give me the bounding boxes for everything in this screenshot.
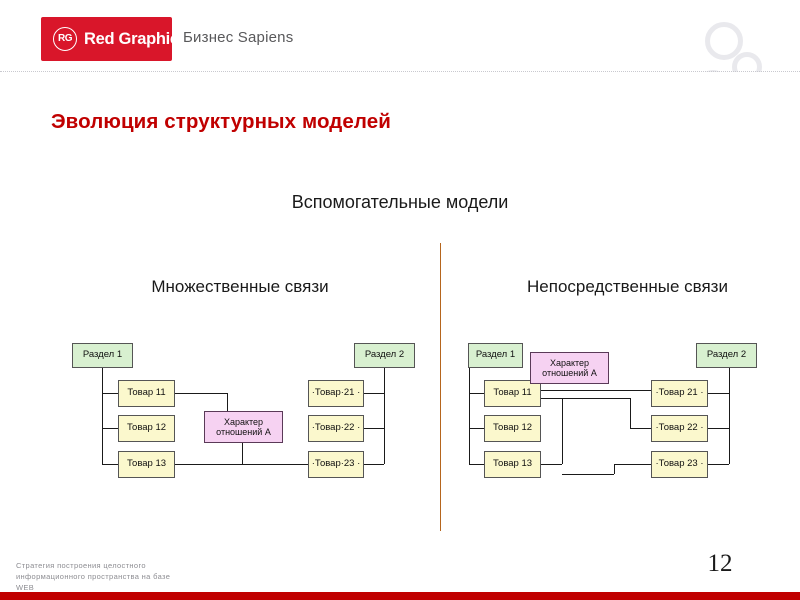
- connector-line: [630, 398, 631, 428]
- node-section-1[interactable]: Раздел 1: [468, 343, 523, 368]
- slide: RG Red Graphic Бизнес Sapiens Эволюция с…: [0, 0, 800, 600]
- connector-line: [363, 464, 384, 465]
- node-item-right-2[interactable]: ·Товар·22 ·: [308, 415, 364, 442]
- node-section-2[interactable]: Раздел 2: [696, 343, 757, 368]
- bottom-accent-bar: [0, 592, 800, 600]
- node-item-left-3[interactable]: Товар 13: [484, 451, 541, 478]
- connector-line: [540, 398, 630, 399]
- connector-line: [630, 428, 652, 429]
- connector-line: [102, 464, 119, 465]
- connector-line: [614, 464, 652, 465]
- connector-line: [384, 368, 385, 464]
- node-section-2[interactable]: Раздел 2: [354, 343, 415, 368]
- page-number: 12: [707, 550, 733, 577]
- connector-line: [708, 428, 729, 429]
- footer-text: Стратегия построения целостного информац…: [16, 561, 170, 594]
- node-item-left-2[interactable]: Товар 12: [118, 415, 175, 442]
- node-relation[interactable]: Характер отношений А: [204, 411, 283, 443]
- connector-line: [102, 428, 119, 429]
- node-item-left-2[interactable]: Товар 12: [484, 415, 541, 442]
- connector-line: [242, 443, 243, 465]
- connector-line: [242, 464, 310, 465]
- node-item-right-3[interactable]: ·Товар·23 ·: [308, 451, 364, 478]
- connector-line: [469, 428, 485, 429]
- connector-line: [708, 464, 729, 465]
- node-item-left-1[interactable]: Товар 11: [118, 380, 175, 407]
- connector-line: [540, 464, 562, 465]
- footer-line-2: информационного пространства на базе: [16, 571, 171, 581]
- node-relation[interactable]: Характер отношений А: [530, 352, 609, 384]
- connector-line: [562, 398, 563, 464]
- node-item-right-2[interactable]: ·Товар 22 ·: [651, 415, 708, 442]
- node-item-left-3[interactable]: Товар 13: [118, 451, 175, 478]
- connector-line: [227, 393, 228, 413]
- connector-line: [708, 393, 729, 394]
- connector-line: [363, 428, 384, 429]
- node-section-1[interactable]: Раздел 1: [72, 343, 133, 368]
- connector-line: [729, 368, 730, 464]
- connector-line: [102, 393, 119, 394]
- footer-line-1: Стратегия построения целостного: [16, 561, 146, 570]
- connector-line: [540, 390, 652, 391]
- connector-line: [102, 368, 103, 464]
- connector-line: [562, 474, 614, 475]
- node-item-left-1[interactable]: Товар 11: [484, 380, 541, 407]
- node-item-right-1[interactable]: ·Товар 21 ·: [651, 380, 708, 407]
- node-item-right-3[interactable]: ·Товар 23 ·: [651, 451, 708, 478]
- node-item-right-1[interactable]: ·Товар·21 ·: [308, 380, 364, 407]
- connector-line: [174, 393, 227, 394]
- connector-line: [363, 393, 384, 394]
- connector-line: [469, 368, 470, 464]
- diagram-direct-relations: Раздел 1 Раздел 2 Товар 11 Товар 12 Това…: [440, 0, 800, 600]
- connector-line: [614, 464, 615, 474]
- connector-line: [469, 393, 485, 394]
- connector-line: [469, 464, 485, 465]
- connector-line: [174, 464, 242, 465]
- diagram-multiple-relations: Раздел 1 Раздел 2 Товар 11 Товар 12 Това…: [0, 0, 440, 600]
